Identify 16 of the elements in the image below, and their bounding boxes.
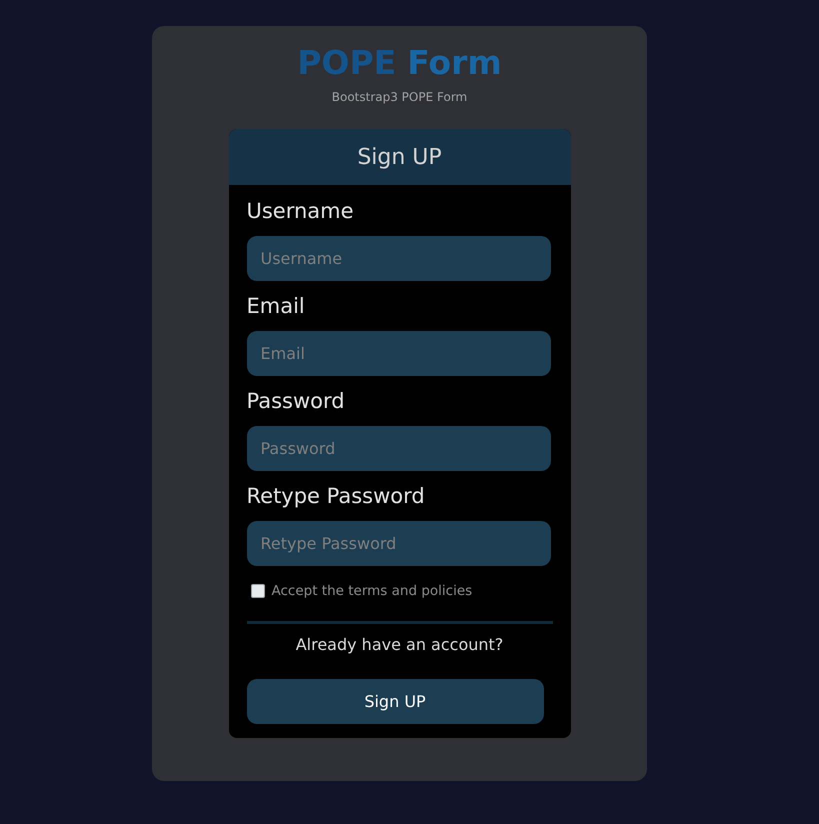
input-field[interactable]: Password xyxy=(246,426,550,471)
login-link[interactable]: Already have an account? xyxy=(296,634,504,656)
input-field[interactable]: Retype Password xyxy=(246,521,550,566)
field-label: Username xyxy=(246,198,354,225)
field-label: Password xyxy=(246,388,345,415)
input-field[interactable]: Email xyxy=(246,331,550,376)
field-label: Retype Password xyxy=(246,483,425,510)
field-label: Email xyxy=(246,293,305,320)
subtitle-text: Bootstrap3 POPE Form xyxy=(332,89,468,105)
input-field[interactable]: Username xyxy=(246,236,550,281)
title-text: POPE xyxy=(297,43,396,83)
terms-label: Accept the terms and policies xyxy=(272,582,472,601)
title-text: Form xyxy=(407,43,502,83)
checkbox[interactable] xyxy=(250,584,264,598)
sign-up-button[interactable]: Sign UP xyxy=(246,679,544,724)
form-heading: Sign UP xyxy=(357,144,442,172)
